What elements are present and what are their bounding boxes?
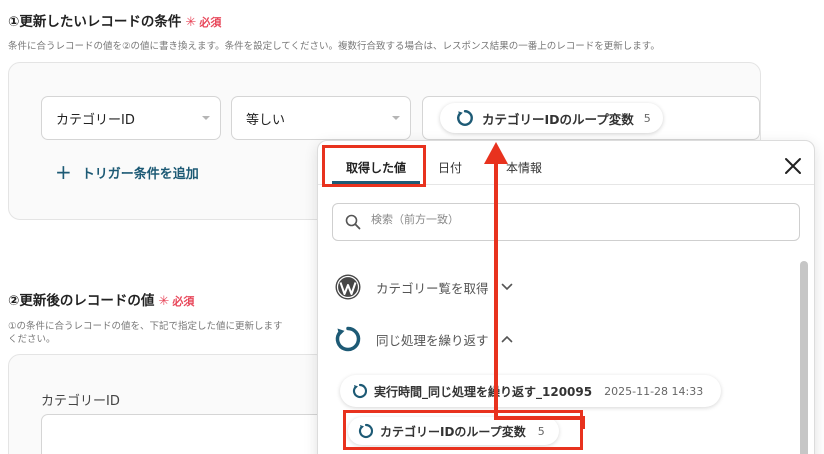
annotation-arrow bbox=[484, 142, 585, 429]
